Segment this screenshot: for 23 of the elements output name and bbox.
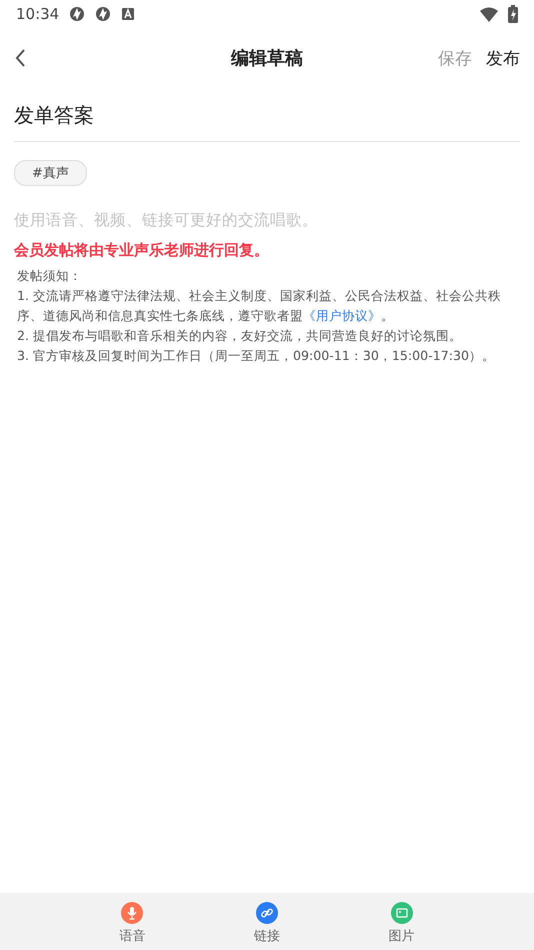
app-notification-icon [95,6,112,22]
app-notification-icon [69,6,86,22]
rule-text: 3. 官方审核及回复时间为工作日（周一至周五，09:00-11：30，15:00-17:30）。 [17,347,496,365]
user-agreement-link[interactable]: 《用户协议》 [303,308,381,323]
wifi-icon [480,6,498,22]
header-action-button[interactable]: 发布 [472,42,520,74]
image-icon [390,902,413,924]
rules-heading: 发帖须知： [17,267,83,285]
member-notice: 会员发帖将由专业声乐老师进行回复。 [14,241,270,260]
microphone-icon [121,902,144,924]
battery-icon [508,5,518,23]
rule-text: 1. 交流请严格遵守法律法规、社会主义制度、国家利益、公民合法权益、社会公共秩序、道德风尚和信息真实性七条底线，遵守歌者盟《用户协议》。 [17,287,502,325]
rule-text: 2. 提倡发布与唱歌和音乐相关的内容，友好交流，共同营造良好的讨论氛围。 [17,327,464,345]
topic-tag[interactable]: #真声 [14,160,87,186]
toolbar-button[interactable]: 链接 [248,893,286,950]
toolbar-button[interactable]: 图片 [382,893,421,950]
toolbar-button[interactable]: 语音 [113,893,152,950]
link-icon [256,902,278,924]
page-title: 编辑草稿 [231,48,303,69]
back-icon[interactable] [14,48,26,68]
status-time: 10:34 [16,5,60,23]
title-field[interactable]: 发单答案 [14,88,520,142]
keyboard-notification-icon [121,7,136,21]
